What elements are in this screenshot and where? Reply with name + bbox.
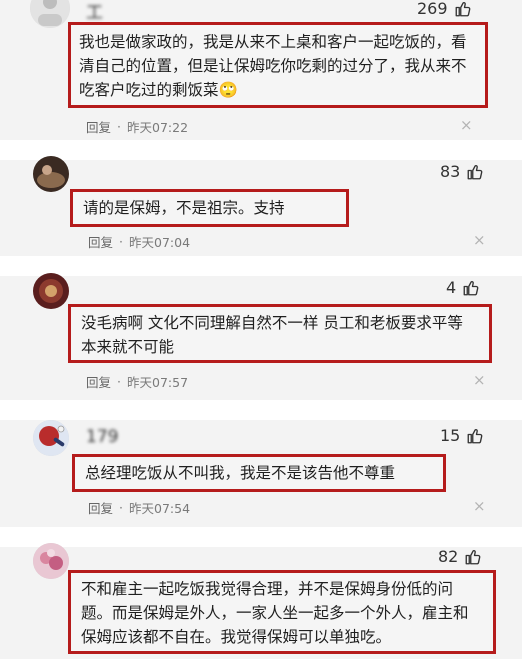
avatar-image — [33, 543, 69, 579]
meta-dot: · — [119, 500, 123, 515]
comment-text: 不和雇主一起吃饭我觉得合理，并不是保姆身份低的问题。而是保姆是外人，一家人坐一起… — [68, 570, 496, 654]
like-count: 15 — [440, 426, 461, 445]
comment-meta: 回复 · 昨天07:57 — [86, 372, 188, 391]
comment-item: 179 15 总经理吃饭从不叫我，我是不是该告他不尊重 回复 · 昨天07:54… — [0, 420, 522, 527]
comment-text: 我也是做家政的，我是从来不上桌和客户一起吃饭的，看清自己的位置，但是让保姆吃你吃… — [68, 22, 488, 108]
comment-meta: 回复 · 昨天07:22 — [86, 117, 188, 136]
close-icon[interactable]: × — [473, 499, 486, 514]
like-button[interactable]: 83 — [440, 162, 484, 181]
avatar-image — [30, 0, 70, 28]
avatar[interactable] — [33, 156, 69, 192]
comment-time: 昨天07:04 — [129, 235, 191, 250]
avatar-image — [33, 420, 69, 456]
comment-item: 工 269 我也是做家政的，我是从来不上桌和客户一起吃饭的，看清自己的位置，但是… — [0, 0, 522, 140]
like-count: 4 — [446, 278, 457, 297]
close-icon[interactable]: × — [460, 118, 473, 133]
comment-text: 没毛病啊 文化不同理解自然不一样 员工和老板要求平等 本来就不可能 — [68, 304, 492, 363]
like-count: 82 — [438, 547, 459, 566]
like-count: 83 — [440, 162, 461, 181]
reply-button[interactable]: 回复 — [88, 232, 113, 251]
like-button[interactable]: 82 — [438, 547, 482, 566]
meta-dot: · — [117, 119, 121, 134]
comment-item: 82 不和雇主一起吃饭我觉得合理，并不是保姆身份低的问题。而是保姆是外人，一家人… — [0, 543, 522, 659]
like-button[interactable]: 15 — [440, 426, 484, 445]
meta-dot: · — [117, 374, 121, 389]
comments-page: 工 269 我也是做家政的，我是从来不上桌和客户一起吃饭的，看清自己的位置，但是… — [0, 0, 522, 659]
divider — [0, 256, 522, 276]
avatar[interactable] — [33, 273, 69, 309]
comment-item: 4 没毛病啊 文化不同理解自然不一样 员工和老板要求平等 本来就不可能 回复 ·… — [0, 273, 522, 400]
avatar[interactable] — [30, 0, 70, 28]
avatar[interactable] — [33, 543, 69, 579]
comment-text: 请的是保姆，不是祖宗。支持 — [70, 189, 349, 227]
divider — [0, 400, 522, 420]
like-button[interactable]: 4 — [446, 278, 480, 297]
comment-username[interactable]: 179 — [86, 427, 232, 447]
divider — [0, 140, 522, 160]
reply-button[interactable]: 回复 — [88, 498, 113, 517]
comment-text: 总经理吃饭从不叫我，我是不是该告他不尊重 — [72, 454, 446, 492]
comment-item: 83 请的是保姆，不是祖宗。支持 回复 · 昨天07:04 × — [0, 156, 522, 256]
like-button[interactable]: 269 — [417, 0, 472, 18]
thumbs-up-icon — [454, 0, 472, 18]
avatar[interactable] — [33, 420, 69, 456]
reply-button[interactable]: 回复 — [86, 117, 111, 136]
comment-time: 昨天07:22 — [127, 120, 189, 135]
thumbs-up-icon — [464, 548, 482, 566]
close-icon[interactable]: × — [473, 233, 486, 248]
comment-time: 昨天07:57 — [127, 375, 189, 390]
comment-username[interactable]: 工 — [86, 0, 156, 23]
meta-dot: · — [119, 234, 123, 249]
reply-button[interactable]: 回复 — [86, 372, 111, 391]
like-count: 269 — [417, 0, 448, 18]
comment-meta: 回复 · 昨天07:54 — [88, 498, 190, 517]
close-icon[interactable]: × — [473, 373, 486, 388]
divider — [0, 527, 522, 547]
thumbs-up-icon — [462, 279, 480, 297]
comment-time: 昨天07:54 — [129, 501, 191, 516]
avatar-image — [33, 156, 69, 192]
thumbs-up-icon — [466, 163, 484, 181]
comment-meta: 回复 · 昨天07:04 — [88, 232, 190, 251]
avatar-image — [33, 273, 69, 309]
thumbs-up-icon — [466, 427, 484, 445]
